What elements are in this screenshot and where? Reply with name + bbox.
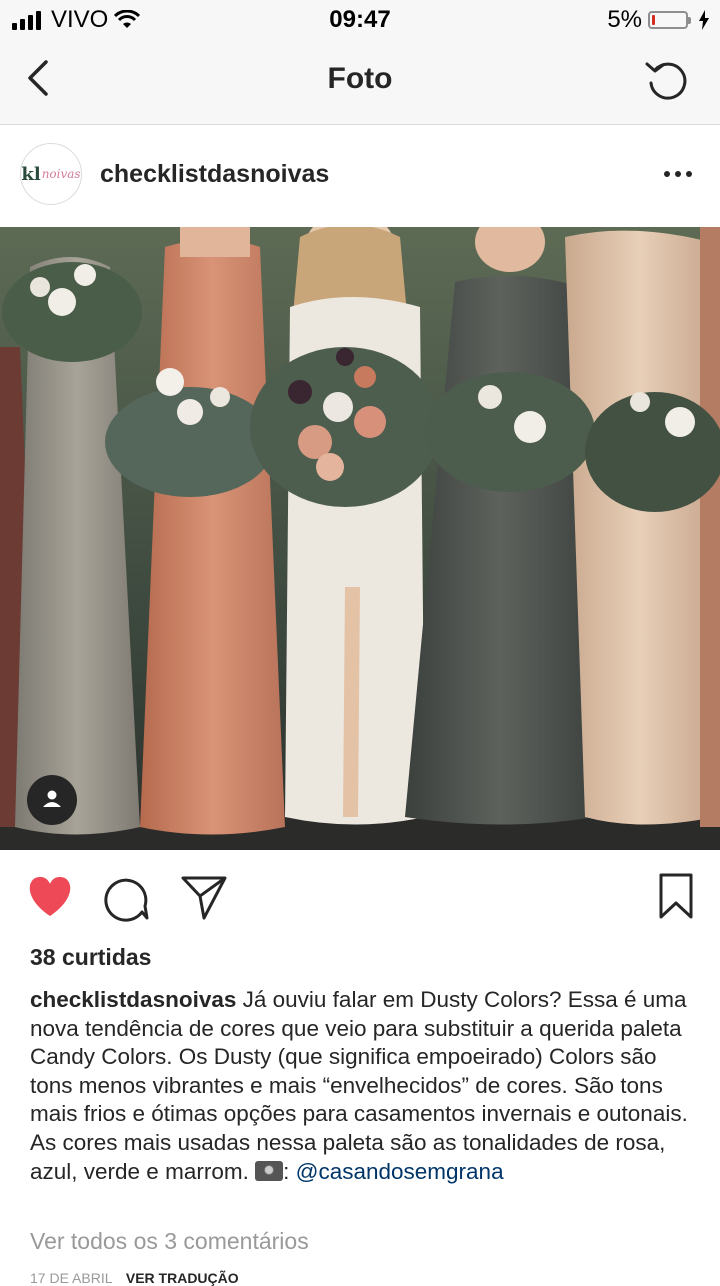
avatar-logo-mark: kl: [21, 163, 41, 185]
translate-link[interactable]: VER TRADUÇÃO: [126, 1270, 239, 1286]
post-photo[interactable]: [0, 227, 720, 850]
avatar[interactable]: kl noivas: [20, 143, 82, 205]
battery-icon: [648, 11, 691, 29]
bookmark-icon[interactable]: [658, 872, 694, 920]
bouquet-1: [2, 262, 142, 362]
charging-icon: [699, 10, 709, 30]
user-tag-icon[interactable]: [27, 775, 77, 825]
likes-count[interactable]: 38 curtidas: [30, 944, 151, 971]
caption-text: Já ouviu falar em Dusty Colors? Essa é u…: [30, 987, 688, 1184]
comment-icon[interactable]: [102, 874, 150, 922]
view-all-comments-link[interactable]: Ver todos os 3 comentários: [30, 1228, 309, 1255]
status-bar: VIVO 09:47 5%: [0, 0, 720, 40]
battery-area: 5%: [607, 6, 710, 34]
post-date: 17 DE ABRIL: [30, 1270, 112, 1286]
post-caption: checklistdasnoivas Já ouviu falar em Dus…: [30, 986, 700, 1186]
avatar-logo-script: noivas: [41, 167, 81, 181]
nav-bar: Foto: [0, 40, 720, 125]
post-meta: 17 DE ABRIL VER TRADUÇÃO: [30, 1270, 239, 1286]
caption-username[interactable]: checklistdasnoivas: [30, 987, 236, 1012]
post-actions: [0, 850, 720, 940]
caption-mention-link[interactable]: @casandosemgrana: [296, 1159, 504, 1184]
refresh-icon[interactable]: [642, 56, 692, 106]
post-header: kl noivas checklistdasnoivas: [0, 125, 720, 227]
post-username[interactable]: checklistdasnoivas: [100, 160, 329, 189]
heart-icon[interactable]: [25, 872, 75, 922]
share-icon[interactable]: [180, 874, 228, 920]
battery-percent: 5%: [607, 6, 642, 33]
more-options-icon[interactable]: [664, 171, 692, 177]
caption-suffix: :: [283, 1158, 290, 1184]
bouquet-bride: [250, 347, 440, 507]
bouquet-5: [585, 392, 720, 512]
bouquet-4: [425, 372, 595, 492]
bridesmaids-photo: [0, 227, 720, 850]
camera-emoji-icon: [255, 1160, 284, 1181]
page-title: Foto: [327, 62, 393, 95]
